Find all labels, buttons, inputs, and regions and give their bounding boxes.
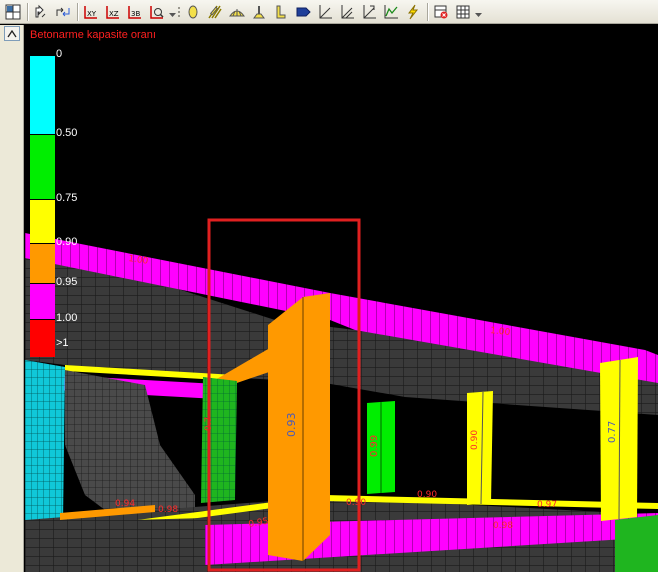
legend-label-overflow: >1 bbox=[56, 337, 69, 349]
toolbar-overflow-chevron[interactable] bbox=[474, 2, 482, 22]
model-label: 0.97 bbox=[537, 500, 557, 510]
graph-icon[interactable] bbox=[380, 2, 401, 22]
lightning-icon[interactable] bbox=[402, 2, 423, 22]
column-orange-highlighted bbox=[268, 293, 330, 561]
view-xz-icon[interactable]: XZ bbox=[102, 2, 123, 22]
collapse-button[interactable] bbox=[4, 26, 20, 41]
model-label: 0.94 bbox=[115, 499, 135, 509]
model-label: 0.98 bbox=[158, 505, 178, 515]
column-green-bottom-right bbox=[615, 515, 658, 572]
model-label: 0.77 bbox=[607, 421, 618, 443]
legend-segment bbox=[30, 283, 55, 319]
model-label: 0.90 bbox=[417, 490, 437, 500]
svg-text:XY: XY bbox=[87, 10, 97, 18]
side-panel-strip bbox=[0, 25, 24, 572]
legend-segment bbox=[30, 243, 55, 283]
tag-icon[interactable] bbox=[292, 2, 313, 22]
window-layout-icon[interactable] bbox=[2, 2, 23, 22]
foundation-icon[interactable] bbox=[248, 2, 269, 22]
svg-text:XZ: XZ bbox=[109, 10, 119, 18]
structural-model-render: 1.00 1.00 0.93 0.99 0.90 0.77 0.94 0.98 … bbox=[25, 218, 658, 572]
slab-icon[interactable] bbox=[226, 2, 247, 22]
legend-segment bbox=[30, 134, 55, 199]
model-label: 0.90 bbox=[470, 430, 480, 450]
legend-label: 1.00 bbox=[56, 312, 78, 324]
legend-label: 0.90 bbox=[56, 236, 78, 248]
pointer-icon[interactable] bbox=[30, 2, 51, 22]
axis-load-icon[interactable] bbox=[358, 2, 379, 22]
view-xy-icon[interactable]: XY bbox=[80, 2, 101, 22]
toolbar-overflow-chevron[interactable] bbox=[168, 2, 176, 22]
delete-view-icon[interactable] bbox=[430, 2, 451, 22]
model-label: 1.00 bbox=[490, 326, 511, 338]
chevron-up-icon bbox=[7, 29, 17, 37]
legend-color-bar bbox=[30, 55, 55, 357]
wall-cyan bbox=[25, 360, 65, 527]
rotate-view-icon[interactable] bbox=[52, 2, 73, 22]
model-3d-viewport[interactable]: 1.00 1.00 0.93 0.99 0.90 0.77 0.94 0.98 … bbox=[25, 25, 658, 572]
legend-label: 0.50 bbox=[56, 127, 78, 139]
axis-split-icon[interactable] bbox=[336, 2, 357, 22]
model-label: 0.99 bbox=[369, 435, 380, 457]
grid-icon[interactable] bbox=[452, 2, 473, 22]
legend-segment bbox=[30, 319, 55, 357]
model-label: 0.90 bbox=[346, 498, 366, 508]
legend-title: Betonarme kapasite oranı bbox=[30, 29, 156, 41]
legend-label: 0 bbox=[56, 48, 63, 60]
wall-green bbox=[201, 377, 237, 503]
svg-text:3B: 3B bbox=[131, 10, 140, 18]
beam-icon[interactable] bbox=[204, 2, 225, 22]
column-icon[interactable] bbox=[182, 2, 203, 22]
wall-icon[interactable] bbox=[270, 2, 291, 22]
main-toolbar: XY XZ 3B bbox=[0, 0, 658, 24]
model-label: 0.93 bbox=[285, 413, 298, 438]
axis-icon[interactable] bbox=[314, 2, 335, 22]
view-3d-icon[interactable]: 3B bbox=[124, 2, 145, 22]
legend-label: 0.75 bbox=[56, 192, 78, 204]
legend-segment bbox=[30, 55, 55, 134]
legend-label: 0.95 bbox=[56, 276, 78, 288]
zoom-fit-icon[interactable] bbox=[146, 2, 167, 22]
model-label: 0.98 bbox=[493, 521, 513, 531]
legend-segment bbox=[30, 199, 55, 243]
